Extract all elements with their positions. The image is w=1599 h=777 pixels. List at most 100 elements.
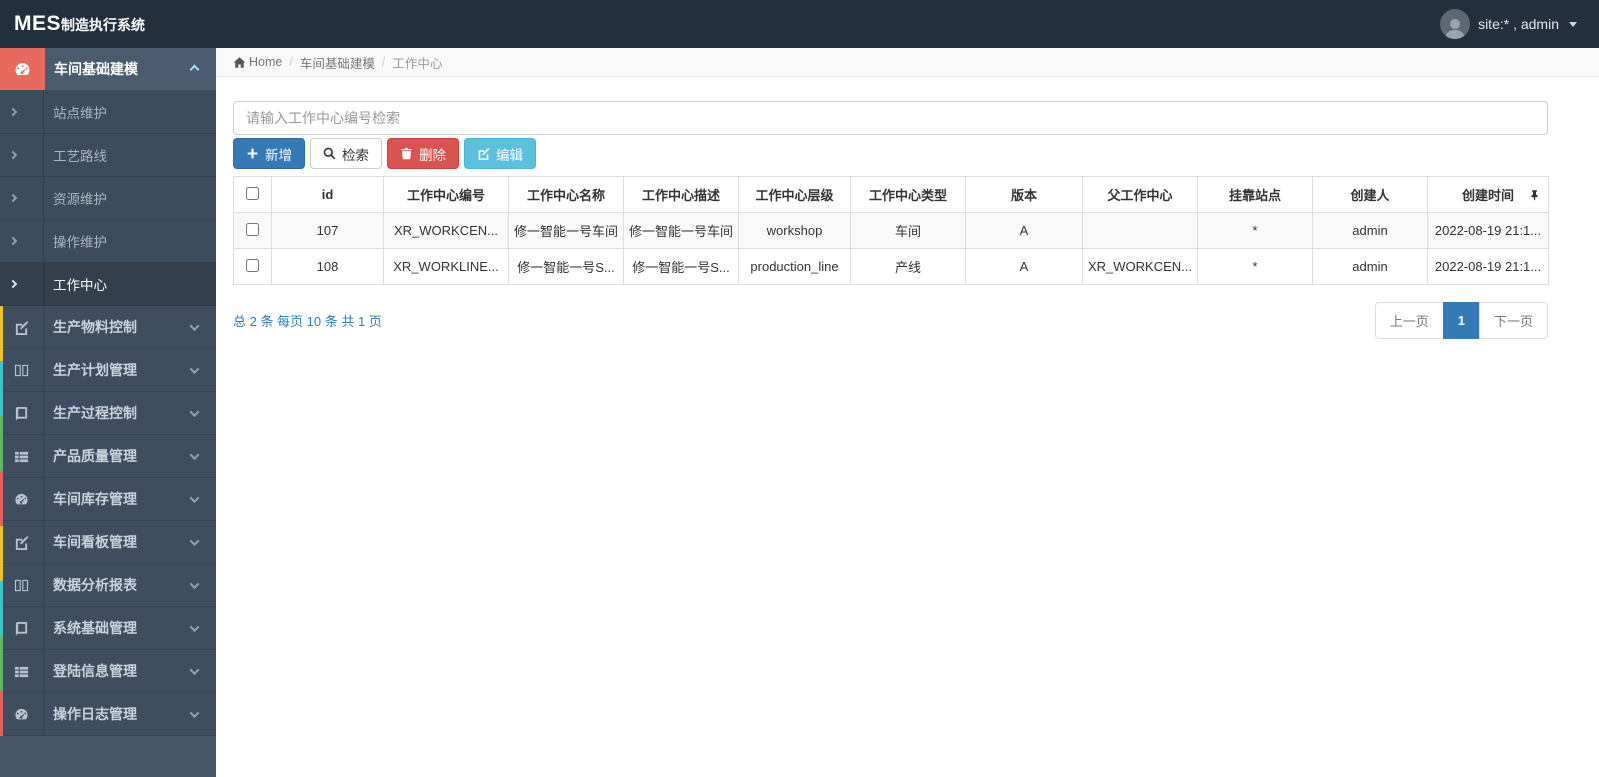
cell-name: 修一智能一号车间 [508, 212, 624, 249]
add-button[interactable]: 新增 [233, 138, 305, 169]
breadcrumb-level2: 工作中心 [392, 56, 443, 71]
column-header-type: 工作中心类型 [850, 176, 966, 213]
column-header-created-time: 创建时间 [1427, 176, 1549, 213]
content-area: Home / 车间基础建模 / 工作中心 新增 检索 删除 编辑 [216, 48, 1599, 777]
pager: 上一页 1 下一页 [1374, 302, 1548, 339]
chevron-down-icon [189, 320, 200, 331]
sidebar-section-label: 登陆信息管理 [53, 663, 137, 679]
sidebar-section-label: 车间库存管理 [53, 491, 137, 507]
chevron-right-icon [8, 279, 17, 289]
sidebar-item-station-maintenance[interactable]: 站点维护 [0, 91, 216, 134]
edit-icon [0, 521, 44, 563]
sidebar-section-label: 生产计划管理 [53, 362, 137, 378]
cell-type: 车间 [850, 212, 966, 249]
cell-parent [1082, 212, 1198, 249]
sidebar-section-material-control[interactable]: 生产物料控制 [0, 306, 216, 349]
sidebar-item-process-route[interactable]: 工艺路线 [0, 134, 216, 177]
app-logo-rest: 制造执行系统 [61, 17, 146, 33]
column-header-creator: 创建人 [1312, 176, 1428, 213]
sidebar-item-operation-maintenance[interactable]: 操作维护 [0, 220, 216, 263]
sidebar-section-data-analysis[interactable]: 数据分析报表 [0, 564, 216, 607]
toolbar: 新增 检索 删除 编辑 [233, 138, 1582, 169]
edit-icon [478, 147, 490, 160]
chevron-right-icon [8, 193, 17, 203]
breadcrumb-home[interactable]: Home [233, 55, 282, 69]
chevron-down-icon [189, 535, 200, 546]
list-icon [0, 435, 44, 477]
table-row[interactable]: 108 XR_WORKLINE... 修一智能一号S... 修一智能一号S...… [233, 248, 1549, 285]
dashboard-icon [0, 48, 45, 90]
trash-icon [401, 147, 412, 160]
cell-name: 修一智能一号S... [508, 248, 624, 285]
sidebar-section-login-info[interactable]: 登陆信息管理 [0, 650, 216, 693]
add-button-label: 新增 [265, 147, 292, 163]
cell-code: XR_WORKLINE... [383, 248, 509, 285]
select-all-checkbox[interactable] [246, 186, 259, 200]
book-icon [0, 607, 44, 649]
sidebar-item-label: 站点维护 [53, 106, 107, 121]
sidebar-section-quality-management[interactable]: 产品质量管理 [0, 435, 216, 478]
sidebar-section-process-control[interactable]: 生产过程控制 [0, 392, 216, 435]
column-header-description: 工作中心描述 [623, 176, 739, 213]
sidebar-section-operation-log[interactable]: 操作日志管理 [0, 693, 216, 736]
cell-creator: admin [1312, 212, 1428, 249]
delete-button-label: 删除 [419, 147, 446, 163]
cell-code: XR_WORKCEN... [383, 212, 509, 249]
edit-button[interactable]: 编辑 [464, 138, 536, 169]
cell-id: 107 [271, 212, 384, 249]
sidebar-section-system-management[interactable]: 系统基础管理 [0, 607, 216, 650]
home-icon [233, 56, 246, 68]
pagination-bar: 总 2 条 每页 10 条 共 1 页 上一页 1 下一页 [233, 302, 1548, 339]
search-input[interactable] [233, 101, 1548, 135]
sidebar-section-label: 数据分析报表 [53, 577, 137, 593]
app-logo-bold: MES [14, 12, 62, 35]
sidebar-section-plan-management[interactable]: 生产计划管理 [0, 349, 216, 392]
delete-button[interactable]: 删除 [387, 138, 459, 169]
cell-created-time: 2022-08-19 21:1... [1427, 248, 1549, 285]
chevron-down-icon [189, 492, 200, 503]
cell-type: 产线 [850, 248, 966, 285]
book-icon [0, 392, 44, 434]
work-center-table: id 工作中心编号 工作中心名称 工作中心描述 工作中心层级 工作中心类型 版本… [233, 176, 1549, 285]
chevron-down-icon [189, 578, 200, 589]
sidebar-item-work-center[interactable]: 工作中心 [0, 263, 216, 306]
dashboard-icon [0, 478, 44, 520]
chevron-right-icon [8, 236, 17, 246]
page-1-button[interactable]: 1 [1442, 302, 1480, 339]
sidebar-section-inventory-management[interactable]: 车间库存管理 [0, 478, 216, 521]
search-button[interactable]: 检索 [310, 138, 382, 169]
sidebar-section-kanban-management[interactable]: 车间看板管理 [0, 521, 216, 564]
column-header-parent: 父工作中心 [1082, 176, 1198, 213]
chevron-down-icon [189, 707, 200, 718]
user-label: site:* , admin [1478, 16, 1559, 32]
breadcrumb-level1[interactable]: 车间基础建模 [300, 53, 375, 72]
sidebar-section-workshop-modeling[interactable]: 车间基础建模 [0, 48, 216, 91]
edit-button-label: 编辑 [496, 147, 523, 163]
sidebar-item-resource-maintenance[interactable]: 资源维护 [0, 177, 216, 220]
list-icon [0, 650, 44, 692]
user-menu[interactable]: site:* , admin [1440, 9, 1599, 39]
sidebar-section-label: 系统基础管理 [53, 620, 137, 636]
cell-parent: XR_WORKCEN... [1082, 248, 1198, 285]
search-button-label: 检索 [342, 147, 369, 163]
breadcrumb-separator: / [381, 55, 386, 69]
next-page-button[interactable]: 下一页 [1478, 302, 1548, 339]
prev-page-button[interactable]: 上一页 [1374, 302, 1444, 339]
breadcrumb: Home / 车间基础建模 / 工作中心 [216, 48, 1599, 77]
plus-icon [247, 148, 258, 159]
row-checkbox[interactable] [246, 258, 259, 272]
pin-icon[interactable] [1529, 189, 1540, 200]
sidebar-item-label: 资源维护 [53, 192, 107, 207]
cell-version: A [965, 212, 1083, 249]
columns-icon [0, 349, 44, 391]
column-header-label: 创建时间 [1461, 188, 1514, 203]
chevron-down-icon [189, 363, 200, 374]
caret-down-icon [1569, 21, 1577, 27]
column-header-code: 工作中心编号 [383, 176, 509, 213]
table-row[interactable]: 107 XR_WORKCEN... 修一智能一号车间 修一智能一号车间 work… [233, 212, 1549, 249]
main-panel: 新增 检索 删除 编辑 [216, 77, 1599, 339]
row-checkbox[interactable] [246, 222, 259, 236]
sidebar-section-label: 车间基础建模 [54, 61, 138, 77]
sidebar-item-label: 工艺路线 [53, 149, 107, 164]
sidebar-section-label: 操作日志管理 [53, 706, 137, 722]
